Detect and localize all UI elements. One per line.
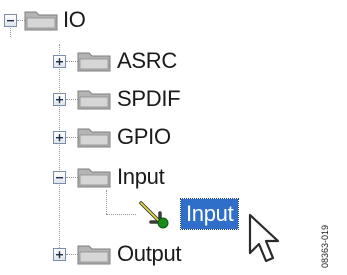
io-tree-view[interactable]: IO ASRC SPDIF GPIO Input Input Output (0, 0, 347, 275)
plus-icon (56, 134, 63, 142)
folder-icon (24, 11, 58, 31)
minus-icon (56, 177, 63, 179)
plus-icon (56, 58, 63, 66)
tree-item-asrc[interactable]: ASRC (117, 46, 177, 76)
folder-icon (77, 90, 111, 110)
expand-toggle-asrc[interactable] (53, 55, 66, 68)
tree-item-spdif[interactable]: SPDIF (117, 84, 181, 114)
expand-toggle-spdif[interactable] (53, 93, 66, 106)
tree-item-io[interactable]: IO (63, 5, 86, 35)
input-node-icon (139, 201, 169, 229)
folder-icon (77, 245, 111, 265)
tree-connector (106, 214, 136, 215)
folder-icon (77, 128, 111, 148)
folder-icon (77, 168, 111, 188)
tree-connector (59, 44, 60, 256)
tree-item-input-group[interactable]: Input (117, 162, 165, 192)
folder-icon (77, 52, 111, 72)
minus-icon (7, 20, 14, 22)
collapse-toggle-io[interactable] (4, 14, 17, 27)
tree-item-output[interactable]: Output (117, 239, 182, 269)
tree-connector (106, 190, 107, 214)
figure-id: 08363-019 (320, 224, 330, 268)
tree-item-gpio[interactable]: GPIO (117, 122, 171, 152)
mouse-pointer-icon (248, 213, 280, 263)
expand-toggle-output[interactable] (53, 248, 66, 261)
expand-toggle-gpio[interactable] (53, 131, 66, 144)
tree-item-input[interactable]: Input (179, 198, 240, 230)
plus-icon (56, 251, 63, 259)
plus-icon (56, 96, 63, 104)
collapse-toggle-input[interactable] (53, 171, 66, 184)
